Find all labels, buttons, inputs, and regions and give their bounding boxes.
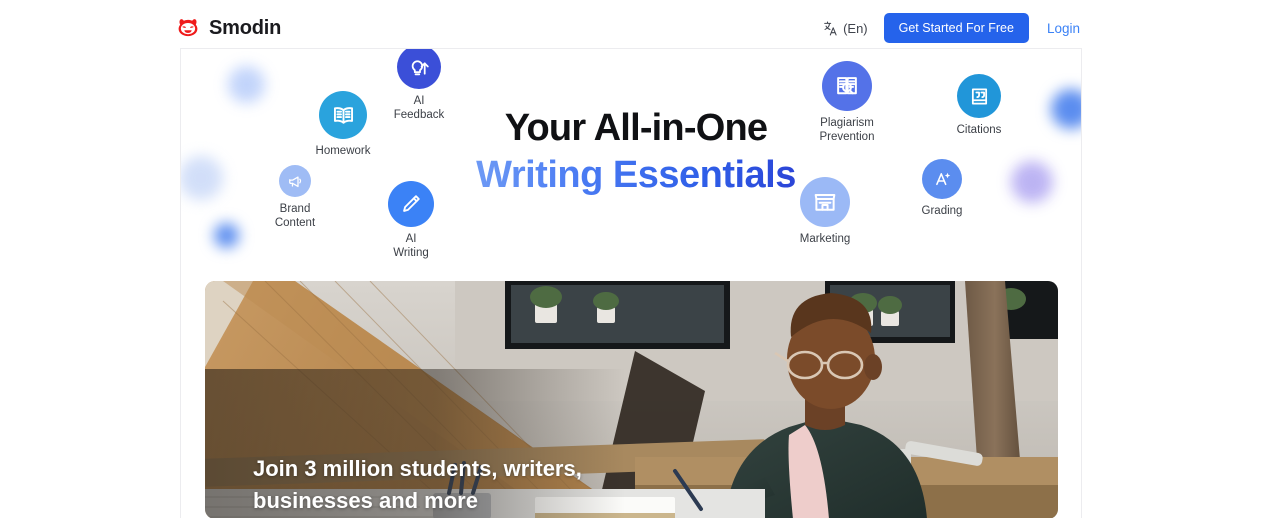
- site-header: Smodin (En) Get Started For Free Login: [0, 0, 1284, 48]
- headline-line-1: Your All-in-One: [504, 107, 768, 149]
- smodin-robot-logo-icon: [176, 16, 200, 40]
- language-selector[interactable]: (En): [823, 20, 868, 37]
- hero-banner[interactable]: Join 3 million students, writers, busine…: [205, 281, 1058, 518]
- hero-headline: Your All-in-One Writing Essentials: [471, 105, 801, 199]
- decorative-blob: [1011, 161, 1053, 203]
- language-label: (En): [843, 20, 868, 36]
- banner-text-block: Join 3 million students, writers, busine…: [253, 453, 633, 518]
- get-started-button[interactable]: Get Started For Free: [883, 13, 1029, 43]
- brand-name: Smodin: [209, 17, 282, 39]
- main-content: AI Feedback Homework Brand Content AI Writing P…: [180, 48, 1082, 518]
- feature-label: Grading: [921, 205, 963, 217]
- translate-icon: [823, 20, 840, 37]
- a-plus-sparkle-icon: [922, 159, 962, 199]
- book-quote-icon: [957, 74, 1001, 118]
- header-nav: (En) Get Started For Free Login: [823, 13, 1082, 43]
- document-magnifier-icon: [822, 61, 872, 111]
- feature-item-grading[interactable]: Grading: [894, 159, 990, 218]
- feature-label: Citations: [956, 124, 1002, 136]
- open-book-icon: [319, 91, 367, 139]
- storefront-icon: [800, 177, 850, 227]
- login-link[interactable]: Login: [1045, 17, 1082, 40]
- page-root: Smodin (En) Get Started For Free Login A…: [0, 0, 1284, 518]
- feature-label: Marketing: [799, 233, 851, 245]
- hero-section: AI Feedback Homework Brand Content AI Writing P…: [181, 49, 1081, 277]
- feature-label: Plagiarism Prevention: [819, 117, 875, 143]
- feature-item-citations[interactable]: Citations: [931, 74, 1027, 137]
- decorative-blob: [181, 156, 223, 200]
- decorative-blob: [1051, 89, 1081, 129]
- decorative-blob: [214, 223, 239, 248]
- banner-title: Join 3 million students, writers, busine…: [253, 456, 582, 513]
- feature-item-homework[interactable]: Homework: [295, 91, 391, 158]
- decorative-blob: [228, 66, 265, 103]
- feature-label: AI Writing: [393, 233, 429, 259]
- feature-item-ai-writing[interactable]: AI Writing: [363, 181, 459, 260]
- headline-line-2: Writing Essentials: [471, 151, 801, 199]
- feature-item-brand-content[interactable]: Brand Content: [247, 165, 343, 230]
- lightbulb-arrow-icon: [397, 49, 441, 89]
- feature-label: Brand Content: [274, 203, 316, 229]
- feature-label: Homework: [315, 145, 371, 157]
- brand-logo[interactable]: Smodin: [176, 16, 281, 40]
- feature-item-plagiarism-prevention[interactable]: Plagiarism Prevention: [799, 61, 895, 144]
- megaphone-icon: [279, 165, 311, 197]
- pencil-icon: [388, 181, 434, 227]
